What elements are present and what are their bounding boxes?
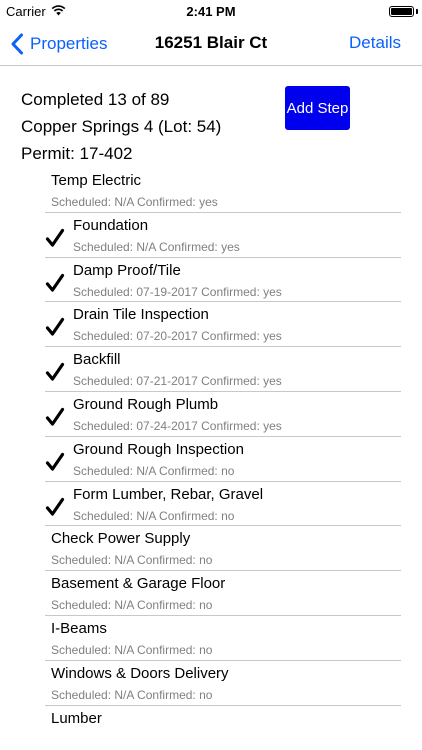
step-schedule: Scheduled: N/A Confirmed: no xyxy=(51,642,213,657)
step-schedule: Scheduled: N/A Confirmed: no xyxy=(73,508,235,523)
list-item[interactable]: Foundation Scheduled: N/A Confirmed: yes xyxy=(45,213,401,258)
step-name: Lumber xyxy=(51,709,102,727)
step-name: Ground Rough Inspection xyxy=(73,440,244,458)
step-name: Check Power Supply xyxy=(51,530,191,548)
completed-count: Completed 13 of 89 xyxy=(21,90,170,109)
step-name: Drain Tile Inspection xyxy=(73,306,209,324)
step-schedule: Scheduled: N/A Confirmed: no xyxy=(51,687,213,702)
list-item[interactable]: Ground Rough Plumb Scheduled: 07-24-2017 … xyxy=(45,392,401,437)
list-item[interactable]: Form Lumber, Rebar, Gravel Scheduled: N/A… xyxy=(45,482,401,527)
step-name: Basement & Garage Floor xyxy=(51,575,226,593)
step-schedule: Scheduled: N/A Confirmed: yes xyxy=(51,195,218,209)
step-name: Ground Rough Plumb xyxy=(73,395,219,413)
list-item[interactable]: Backfill Scheduled: 07-21-2017 Confirmed:… xyxy=(45,347,401,392)
step-schedule: Scheduled: 07-21-2017 Confirmed: yes xyxy=(73,374,282,389)
back-button[interactable]: Properties xyxy=(10,30,107,58)
step-name: Foundation xyxy=(73,216,149,234)
step-name: Damp Proof/Tile xyxy=(73,261,181,279)
step-name: Temp Electric xyxy=(51,172,142,189)
steps-list: Temp Electric Scheduled: N/A Confirmed: y… xyxy=(0,168,422,750)
list-item[interactable]: Ground Rough Inspection Scheduled: N/A Co… xyxy=(45,437,401,482)
list-item[interactable]: Damp Proof/Tile Scheduled: 07-19-2017 Con… xyxy=(45,258,401,303)
step-name: I-Beams xyxy=(51,619,107,637)
battery-tip xyxy=(416,9,418,14)
step-name: Windows & Doors Delivery xyxy=(51,664,229,682)
list-item[interactable]: Drain Tile Inspection Scheduled: 07-20-20… xyxy=(45,302,401,348)
check-icon xyxy=(45,228,65,247)
subdivision-lot: Copper Springs 4 (Lot: 54) xyxy=(21,117,222,136)
status-bar: Carrier 2:41 PM xyxy=(0,0,422,22)
list-item[interactable]: Temp Electric Scheduled: N/A Confirmed: y… xyxy=(45,168,401,213)
back-label: Properties xyxy=(30,34,108,53)
step-schedule: Scheduled: 07-20-2017 Confirmed: yes xyxy=(73,329,282,344)
list-item[interactable]: Lumber xyxy=(45,706,401,750)
status-time: 2:41 PM xyxy=(186,4,236,19)
step-schedule: Scheduled: N/A Confirmed: yes xyxy=(73,239,240,254)
summary-section: Completed 13 of 89 Copper Springs 4 (Lot… xyxy=(21,86,221,167)
list-item[interactable]: I-Beams Scheduled: N/A Confirmed: no xyxy=(45,616,401,661)
step-schedule: Scheduled: 07-24-2017 Confirmed: yes xyxy=(73,418,282,433)
step-name: Form Lumber, Rebar, Gravel xyxy=(73,485,264,503)
navigation-bar: Properties 16251 Blair Ct Details xyxy=(0,22,422,66)
list-item[interactable]: Check Power Supply Scheduled: N/A Confirm… xyxy=(45,526,401,572)
check-icon xyxy=(45,273,65,292)
chevron-left-icon xyxy=(11,33,23,55)
step-schedule: Scheduled: N/A Confirmed: no xyxy=(73,463,235,478)
step-name: Backfill xyxy=(73,351,121,369)
details-button[interactable]: Details xyxy=(349,33,401,53)
list-item[interactable]: Basement & Garage Floor Scheduled: N/A Co… xyxy=(45,571,401,616)
add-step-button[interactable]: Add Step xyxy=(285,86,350,130)
check-icon xyxy=(45,318,65,336)
check-icon xyxy=(45,363,65,381)
permit-number: Permit: 17-402 xyxy=(21,144,133,163)
battery-icon xyxy=(389,6,414,17)
check-icon xyxy=(45,497,65,516)
step-schedule: Scheduled: N/A Confirmed: no xyxy=(51,598,213,613)
check-icon xyxy=(45,452,65,471)
list-item[interactable]: Windows & Doors Delivery Scheduled: N/A C… xyxy=(45,661,401,706)
step-schedule: Scheduled: N/A Confirmed: no xyxy=(51,553,213,568)
check-icon xyxy=(45,407,65,426)
step-schedule: Scheduled: 07-19-2017 Confirmed: yes xyxy=(73,284,282,299)
